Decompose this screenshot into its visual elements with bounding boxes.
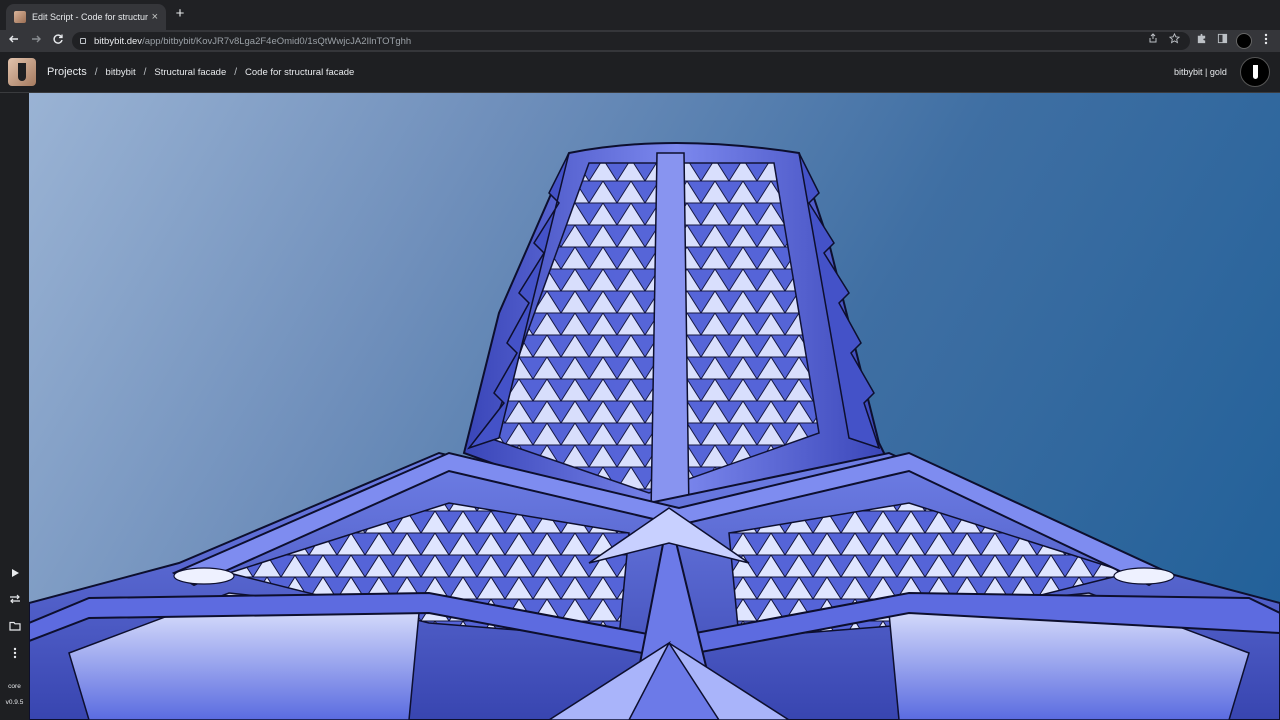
side-panel-icon[interactable] <box>1214 33 1230 49</box>
central-spine <box>650 152 690 514</box>
browser-tab-active[interactable]: Edit Script - Code for structural facade… <box>6 4 166 30</box>
new-tab-button[interactable]: + <box>172 6 188 22</box>
bookmark-star-icon[interactable] <box>1166 32 1182 49</box>
run-button[interactable] <box>6 567 23 584</box>
reload-button[interactable] <box>50 33 66 49</box>
folder-icon <box>8 621 21 631</box>
play-icon <box>11 569 19 577</box>
breadcrumb-projects-link[interactable]: Projects <box>47 66 87 78</box>
star-icon <box>1168 32 1180 44</box>
breadcrumb-project-link[interactable]: Structural facade <box>154 67 226 78</box>
3d-viewport-canvas[interactable] <box>29 93 1280 720</box>
right-fillet <box>1113 567 1175 585</box>
breadcrumb-separator: / <box>143 66 147 78</box>
side-panel-glyph-icon <box>1217 33 1227 44</box>
browser-menu-kebab-icon[interactable] <box>1258 33 1274 49</box>
breadcrumb-separator: / <box>94 66 98 78</box>
kebab-menu-icon <box>1264 33 1268 45</box>
puzzle-icon <box>1197 33 1205 44</box>
more-options-button[interactable] <box>6 647 23 664</box>
bitbybit-logo-icon[interactable] <box>8 58 36 86</box>
breadcrumb: Projects / bitbybit / Structural facade … <box>47 66 354 78</box>
core-label: core <box>8 683 21 690</box>
address-bar[interactable]: bitbybit.dev /app/bitbybit/KovJR7v8Lga2F… <box>72 32 1190 50</box>
version-label: v0.9.5 <box>5 699 24 706</box>
swap-view-button[interactable] <box>6 593 23 610</box>
left-tool-rail: core v0.9.5 <box>0 93 29 720</box>
browser-profile-avatar-icon[interactable] <box>1236 33 1252 49</box>
browser-toolbar: bitbybit.dev /app/bitbybit/KovJR7v8Lga2F… <box>0 30 1280 52</box>
account-plan-label: bitbybit | gold <box>1174 67 1227 77</box>
forward-arrow-icon[interactable] <box>28 33 44 49</box>
breadcrumb-separator: / <box>234 66 238 78</box>
reload-icon <box>53 34 63 44</box>
left-fillet <box>173 567 235 585</box>
account-avatar[interactable] <box>1240 57 1270 87</box>
bitbybit-favicon-icon <box>14 11 26 23</box>
breadcrumb-current-script: Code for structural facade <box>245 66 355 78</box>
breadcrumb-bitbybit-link[interactable]: bitbybit <box>106 67 136 78</box>
back-arrow-icon[interactable] <box>6 33 22 49</box>
url-host: bitbybit.dev <box>94 35 143 47</box>
arrow-left-icon <box>9 35 18 43</box>
swap-icon <box>9 594 20 604</box>
structural-facade-render <box>29 142 1280 720</box>
tab-title: Edit Script - Code for structural facade <box>32 12 148 22</box>
share-glyph-icon <box>1149 33 1157 43</box>
vertical-dots-icon <box>13 647 16 659</box>
browser-tab-strip: Edit Script - Code for structural facade… <box>0 0 1280 30</box>
app-header: Projects / bitbybit / Structural facade … <box>0 52 1280 93</box>
tab-close-icon[interactable]: × <box>152 11 158 23</box>
share-icon[interactable] <box>1145 33 1161 49</box>
open-folder-button[interactable] <box>6 620 23 637</box>
arrow-right-icon <box>32 35 41 43</box>
url-path: /app/bitbybit/KovJR7v8Lga2F4eOmid0/1sQtW… <box>142 35 412 47</box>
extensions-puzzle-icon[interactable] <box>1193 33 1209 49</box>
lock-icon <box>80 38 86 44</box>
